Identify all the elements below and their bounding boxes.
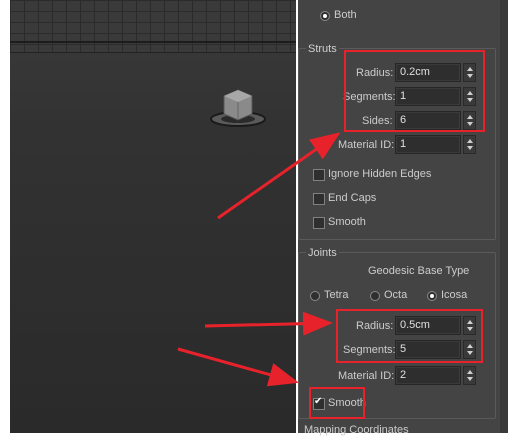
arrow-to-struts	[217, 132, 341, 220]
arrow-to-joints	[204, 311, 333, 336]
arrow-to-smooth	[177, 347, 299, 387]
annotation-arrows	[177, 132, 341, 387]
